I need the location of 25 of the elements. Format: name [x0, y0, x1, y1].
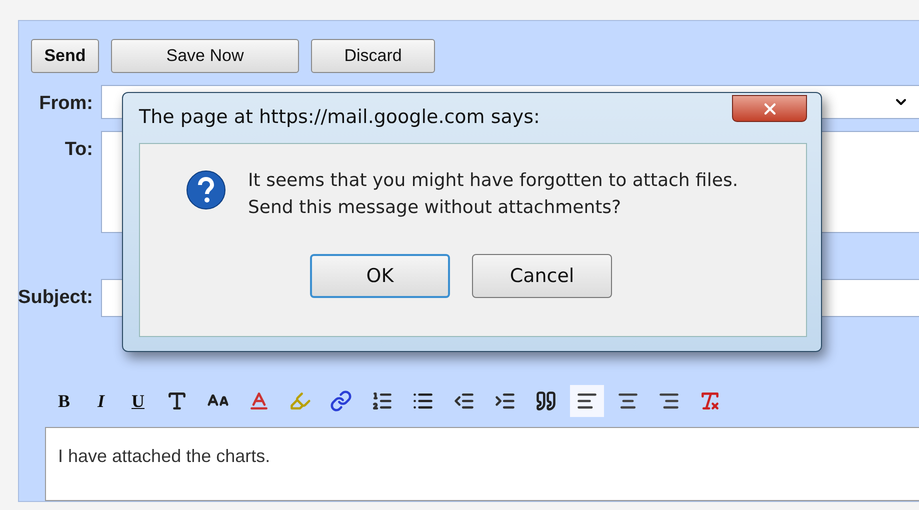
italic-button[interactable]: I [86, 385, 116, 417]
message-body[interactable]: I have attached the charts. [45, 427, 919, 501]
underline-button[interactable]: U [123, 385, 153, 417]
save-now-button[interactable]: Save Now [111, 39, 299, 73]
numbered-list-icon [371, 390, 393, 412]
text-color-icon [248, 390, 270, 412]
remove-formatting-icon [699, 390, 721, 412]
field-label: From: [38, 92, 93, 115]
discard-button[interactable]: Discard [311, 39, 435, 73]
link-icon [330, 390, 352, 412]
highlighter-icon [289, 390, 311, 412]
align-left-button[interactable] [570, 385, 604, 417]
ok-button[interactable]: OK [310, 254, 450, 298]
quote-icon [535, 390, 557, 412]
bold-button[interactable]: B [49, 385, 79, 417]
send-button[interactable]: Send [31, 39, 99, 73]
dialog-message: It seems that you might have forgotten to attach files. [248, 170, 738, 191]
dialog-message: Send this message without attachments? [248, 197, 622, 218]
dialog-title: The page at https://mail.google.com says: [139, 105, 540, 130]
close-button[interactable] [732, 95, 807, 122]
font-icon [166, 390, 188, 412]
question-icon [186, 170, 226, 210]
cancel-button[interactable]: Cancel [472, 254, 612, 298]
field-label: Subject: [17, 286, 93, 309]
field-label: To: [64, 138, 93, 161]
